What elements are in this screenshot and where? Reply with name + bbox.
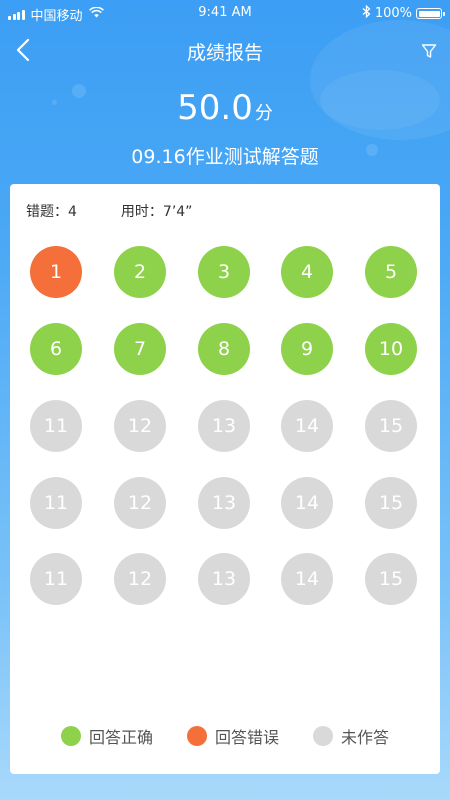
page-title: 成绩报告 bbox=[186, 42, 263, 64]
battery-icon bbox=[416, 8, 445, 19]
legend-wrong: 回答错误 bbox=[186, 724, 279, 748]
legend-correct-dot bbox=[60, 726, 81, 746]
status-bar: 中国移动 9:41 AM 100% bbox=[0, 0, 450, 26]
score: 50.0 分 bbox=[0, 88, 450, 128]
question-correct-button[interactable]: 10 bbox=[365, 323, 417, 375]
score-value: 50.0 bbox=[177, 88, 253, 128]
question-unanswered-button[interactable]: 12 bbox=[114, 553, 166, 605]
question-correct-button[interactable]: 3 bbox=[198, 246, 250, 298]
question-unanswered-button[interactable]: 11 bbox=[30, 400, 82, 452]
question-correct-button[interactable]: 8 bbox=[198, 323, 250, 375]
question-unanswered-button[interactable]: 12 bbox=[114, 477, 166, 529]
question-correct-button[interactable]: 5 bbox=[365, 246, 417, 298]
report-card: 错题：4 用时：7’4” 1 2 3 4 5 6 7 8 9 10 11 12 13 14 15 11 12 13… bbox=[10, 184, 440, 774]
filter-button[interactable] bbox=[418, 40, 440, 62]
question-unanswered-button[interactable]: 15 bbox=[365, 400, 417, 452]
battery-percent: 100% bbox=[374, 6, 412, 21]
question-unanswered-button[interactable]: 14 bbox=[281, 477, 333, 529]
question-unanswered-button[interactable]: 11 bbox=[30, 477, 82, 529]
question-unanswered-button[interactable]: 11 bbox=[30, 553, 82, 605]
legend-wrong-label: 回答错误 bbox=[214, 728, 279, 747]
legend-wrong-dot bbox=[186, 726, 207, 746]
question-correct-button[interactable]: 7 bbox=[114, 323, 166, 375]
filter-icon bbox=[421, 44, 437, 58]
legend-correct-label: 回答正确 bbox=[88, 728, 153, 747]
question-unanswered-button[interactable]: 13 bbox=[198, 553, 250, 605]
question-unanswered-button[interactable]: 15 bbox=[365, 477, 417, 529]
question-unanswered-button[interactable]: 13 bbox=[198, 400, 250, 452]
assignment-title: 09.16作业测试解答题 bbox=[131, 146, 319, 168]
question-grid: 1 2 3 4 5 6 7 8 9 10 11 12 13 14 15 11 12 13 14 15 11 12 13 14 1… bbox=[10, 184, 440, 605]
question-wrong-button[interactable]: 1 bbox=[30, 246, 82, 298]
legend: 回答正确 回答错误 未作答 bbox=[10, 724, 440, 748]
question-correct-button[interactable]: 4 bbox=[281, 246, 333, 298]
score-unit: 分 bbox=[254, 103, 273, 124]
legend-unanswered-dot bbox=[313, 726, 333, 746]
question-unanswered-button[interactable]: 15 bbox=[365, 553, 417, 605]
question-correct-button[interactable]: 9 bbox=[281, 323, 333, 375]
screen: 中国移动 9:41 AM 100% 成绩报告 50.0 分 09.16作业测试解… bbox=[0, 0, 450, 800]
legend-unanswered: 未作答 bbox=[313, 724, 389, 748]
bluetooth-icon bbox=[362, 4, 371, 22]
question-unanswered-button[interactable]: 12 bbox=[114, 400, 166, 452]
question-unanswered-button[interactable]: 13 bbox=[198, 477, 250, 529]
nav-bar: 成绩报告 bbox=[0, 26, 450, 74]
legend-unanswered-label: 未作答 bbox=[341, 728, 390, 747]
question-unanswered-button[interactable]: 14 bbox=[281, 553, 333, 605]
question-correct-button[interactable]: 2 bbox=[114, 246, 166, 298]
question-correct-button[interactable]: 6 bbox=[30, 323, 82, 375]
legend-correct: 回答正确 bbox=[60, 724, 153, 748]
question-unanswered-button[interactable]: 14 bbox=[281, 400, 333, 452]
status-right: 100% bbox=[362, 4, 445, 22]
